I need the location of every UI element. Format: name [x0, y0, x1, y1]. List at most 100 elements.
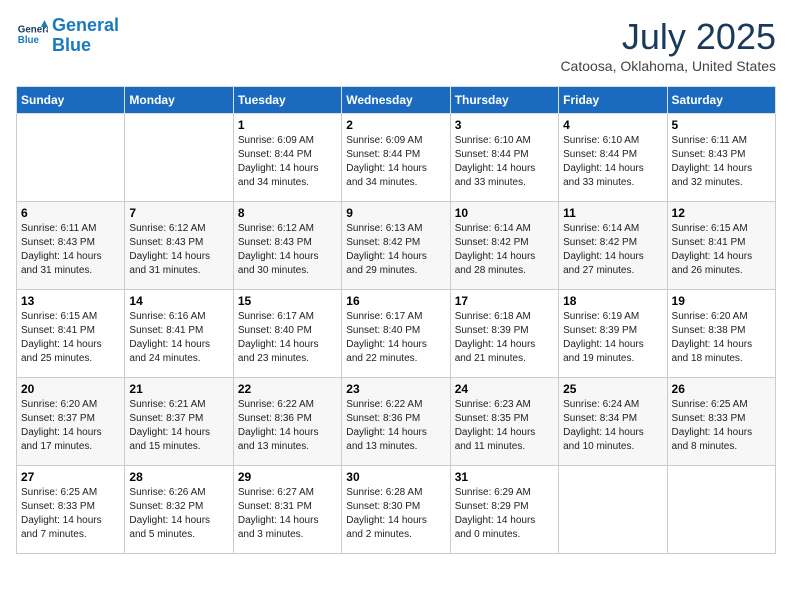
- weekday-header-thursday: Thursday: [450, 87, 558, 114]
- day-cell: 17Sunrise: 6:18 AMSunset: 8:39 PMDayligh…: [450, 290, 558, 378]
- day-info: Sunrise: 6:29 AMSunset: 8:29 PMDaylight:…: [455, 486, 554, 542]
- day-cell: 29 Sunrise: 6:27 AMSunset: 8:31 PMDayligh…: [233, 466, 341, 554]
- day-cell: [559, 466, 667, 554]
- day-cell: 11 Sunrise: 6:14 AMSunset: 8:42 PMDayligh…: [559, 202, 667, 290]
- day-number: 4: [563, 118, 662, 132]
- day-cell: 26Sunrise: 6:25 AMSunset: 8:33 PMDayligh…: [667, 378, 775, 466]
- day-info: Sunrise: 6:23 AMSunset: 8:35 PMDaylight:…: [455, 398, 554, 454]
- day-info: Sunrise: 6:18 AMSunset: 8:39 PMDaylight:…: [455, 310, 554, 366]
- week-row-4: 20 Sunrise: 6:20 AMSunset: 8:37 PMDayligh…: [17, 378, 776, 466]
- day-cell: 30 Sunrise: 6:28 AMSunset: 8:30 PMDayligh…: [342, 466, 450, 554]
- day-cell: 10 Sunrise: 6:14 AMSunset: 8:42 PMDayligh…: [450, 202, 558, 290]
- day-cell: 16 Sunrise: 6:17 AMSunset: 8:40 PMDayligh…: [342, 290, 450, 378]
- day-number: 27: [21, 470, 120, 484]
- day-number: 31: [455, 470, 554, 484]
- day-cell: 9Sunrise: 6:13 AMSunset: 8:42 PMDaylight…: [342, 202, 450, 290]
- day-number: 16: [346, 294, 445, 308]
- weekday-header-tuesday: Tuesday: [233, 87, 341, 114]
- day-info: Sunrise: 6:16 AMSunset: 8:41 PMDaylight:…: [129, 310, 228, 366]
- day-info: Sunrise: 6:28 AMSunset: 8:30 PMDaylight:…: [346, 486, 445, 542]
- day-number: 8: [238, 206, 337, 220]
- weekday-header-monday: Monday: [125, 87, 233, 114]
- day-number: 29: [238, 470, 337, 484]
- day-info: Sunrise: 6:22 AMSunset: 8:36 PMDaylight:…: [346, 398, 445, 454]
- day-number: 9: [346, 206, 445, 220]
- day-info: Sunrise: 6:20 AMSunset: 8:37 PMDaylight:…: [21, 398, 120, 454]
- weekday-header-row: SundayMondayTuesdayWednesdayThursdayFrid…: [17, 87, 776, 114]
- day-info: Sunrise: 6:14 AMSunset: 8:42 PMDaylight:…: [563, 222, 662, 278]
- day-number: 21: [129, 382, 228, 396]
- day-info: Sunrise: 6:19 AMSunset: 8:39 PMDaylight:…: [563, 310, 662, 366]
- day-cell: [125, 114, 233, 202]
- day-number: 14: [129, 294, 228, 308]
- logo-blue: Blue: [52, 35, 91, 55]
- day-number: 20: [21, 382, 120, 396]
- day-number: 22: [238, 382, 337, 396]
- day-cell: 12 Sunrise: 6:15 AMSunset: 8:41 PMDayligh…: [667, 202, 775, 290]
- weekday-header-sunday: Sunday: [17, 87, 125, 114]
- day-cell: 6 Sunrise: 6:11 AMSunset: 8:43 PMDaylight…: [17, 202, 125, 290]
- title-block: July 2025 Catoosa, Oklahoma, United Stat…: [560, 16, 776, 74]
- day-cell: 22 Sunrise: 6:22 AMSunset: 8:36 PMDayligh…: [233, 378, 341, 466]
- day-info: Sunrise: 6:15 AMSunset: 8:41 PMDaylight:…: [21, 310, 120, 366]
- month-title: July 2025: [560, 16, 776, 58]
- logo-text: General Blue: [52, 16, 119, 56]
- day-info: Sunrise: 6:12 AMSunset: 8:43 PMDaylight:…: [129, 222, 228, 278]
- day-cell: 19 Sunrise: 6:20 AMSunset: 8:38 PMDayligh…: [667, 290, 775, 378]
- day-info: Sunrise: 6:21 AMSunset: 8:37 PMDaylight:…: [129, 398, 228, 454]
- calendar-table: SundayMondayTuesdayWednesdayThursdayFrid…: [16, 86, 776, 554]
- day-cell: 13 Sunrise: 6:15 AMSunset: 8:41 PMDayligh…: [17, 290, 125, 378]
- day-info: Sunrise: 6:11 AMSunset: 8:43 PMDaylight:…: [21, 222, 120, 278]
- day-number: 10: [455, 206, 554, 220]
- weekday-header-friday: Friday: [559, 87, 667, 114]
- day-number: 12: [672, 206, 771, 220]
- page-header: General Blue General Blue July 2025 Cato…: [16, 16, 776, 74]
- day-cell: 14 Sunrise: 6:16 AMSunset: 8:41 PMDayligh…: [125, 290, 233, 378]
- logo: General Blue General Blue: [16, 16, 119, 56]
- day-cell: 7 Sunrise: 6:12 AMSunset: 8:43 PMDaylight…: [125, 202, 233, 290]
- day-info: Sunrise: 6:27 AMSunset: 8:31 PMDaylight:…: [238, 486, 337, 542]
- day-cell: 28Sunrise: 6:26 AMSunset: 8:32 PMDayligh…: [125, 466, 233, 554]
- day-cell: 4 Sunrise: 6:10 AMSunset: 8:44 PMDaylight…: [559, 114, 667, 202]
- day-number: 19: [672, 294, 771, 308]
- day-cell: 5Sunrise: 6:11 AMSunset: 8:43 PMDaylight…: [667, 114, 775, 202]
- day-number: 18: [563, 294, 662, 308]
- day-cell: 1Sunrise: 6:09 AMSunset: 8:44 PMDaylight…: [233, 114, 341, 202]
- day-info: Sunrise: 6:15 AMSunset: 8:41 PMDaylight:…: [672, 222, 771, 278]
- day-number: 15: [238, 294, 337, 308]
- day-info: Sunrise: 6:12 AMSunset: 8:43 PMDaylight:…: [238, 222, 337, 278]
- svg-text:Blue: Blue: [18, 35, 40, 46]
- day-number: 7: [129, 206, 228, 220]
- day-number: 13: [21, 294, 120, 308]
- logo-icon: General Blue: [16, 20, 48, 52]
- day-number: 2: [346, 118, 445, 132]
- day-cell: 20 Sunrise: 6:20 AMSunset: 8:37 PMDayligh…: [17, 378, 125, 466]
- day-number: 24: [455, 382, 554, 396]
- day-number: 11: [563, 206, 662, 220]
- day-info: Sunrise: 6:20 AMSunset: 8:38 PMDaylight:…: [672, 310, 771, 366]
- weekday-header-wednesday: Wednesday: [342, 87, 450, 114]
- day-number: 25: [563, 382, 662, 396]
- day-number: 6: [21, 206, 120, 220]
- day-cell: 15Sunrise: 6:17 AMSunset: 8:40 PMDayligh…: [233, 290, 341, 378]
- week-row-2: 6 Sunrise: 6:11 AMSunset: 8:43 PMDaylight…: [17, 202, 776, 290]
- day-cell: [17, 114, 125, 202]
- day-info: Sunrise: 6:10 AMSunset: 8:44 PMDaylight:…: [563, 134, 662, 190]
- day-info: Sunrise: 6:17 AMSunset: 8:40 PMDaylight:…: [346, 310, 445, 366]
- day-info: Sunrise: 6:22 AMSunset: 8:36 PMDaylight:…: [238, 398, 337, 454]
- week-row-3: 13 Sunrise: 6:15 AMSunset: 8:41 PMDayligh…: [17, 290, 776, 378]
- day-cell: 8 Sunrise: 6:12 AMSunset: 8:43 PMDaylight…: [233, 202, 341, 290]
- day-cell: 2Sunrise: 6:09 AMSunset: 8:44 PMDaylight…: [342, 114, 450, 202]
- weekday-header-saturday: Saturday: [667, 87, 775, 114]
- day-cell: 31 Sunrise: 6:29 AMSunset: 8:29 PMDayligh…: [450, 466, 558, 554]
- location-subtitle: Catoosa, Oklahoma, United States: [560, 58, 776, 74]
- day-number: 3: [455, 118, 554, 132]
- day-cell: [667, 466, 775, 554]
- day-info: Sunrise: 6:14 AMSunset: 8:42 PMDaylight:…: [455, 222, 554, 278]
- day-cell: 21 Sunrise: 6:21 AMSunset: 8:37 PMDayligh…: [125, 378, 233, 466]
- day-number: 30: [346, 470, 445, 484]
- day-number: 28: [129, 470, 228, 484]
- day-cell: 24 Sunrise: 6:23 AMSunset: 8:35 PMDayligh…: [450, 378, 558, 466]
- day-cell: 23Sunrise: 6:22 AMSunset: 8:36 PMDayligh…: [342, 378, 450, 466]
- day-info: Sunrise: 6:11 AMSunset: 8:43 PMDaylight:…: [672, 134, 771, 190]
